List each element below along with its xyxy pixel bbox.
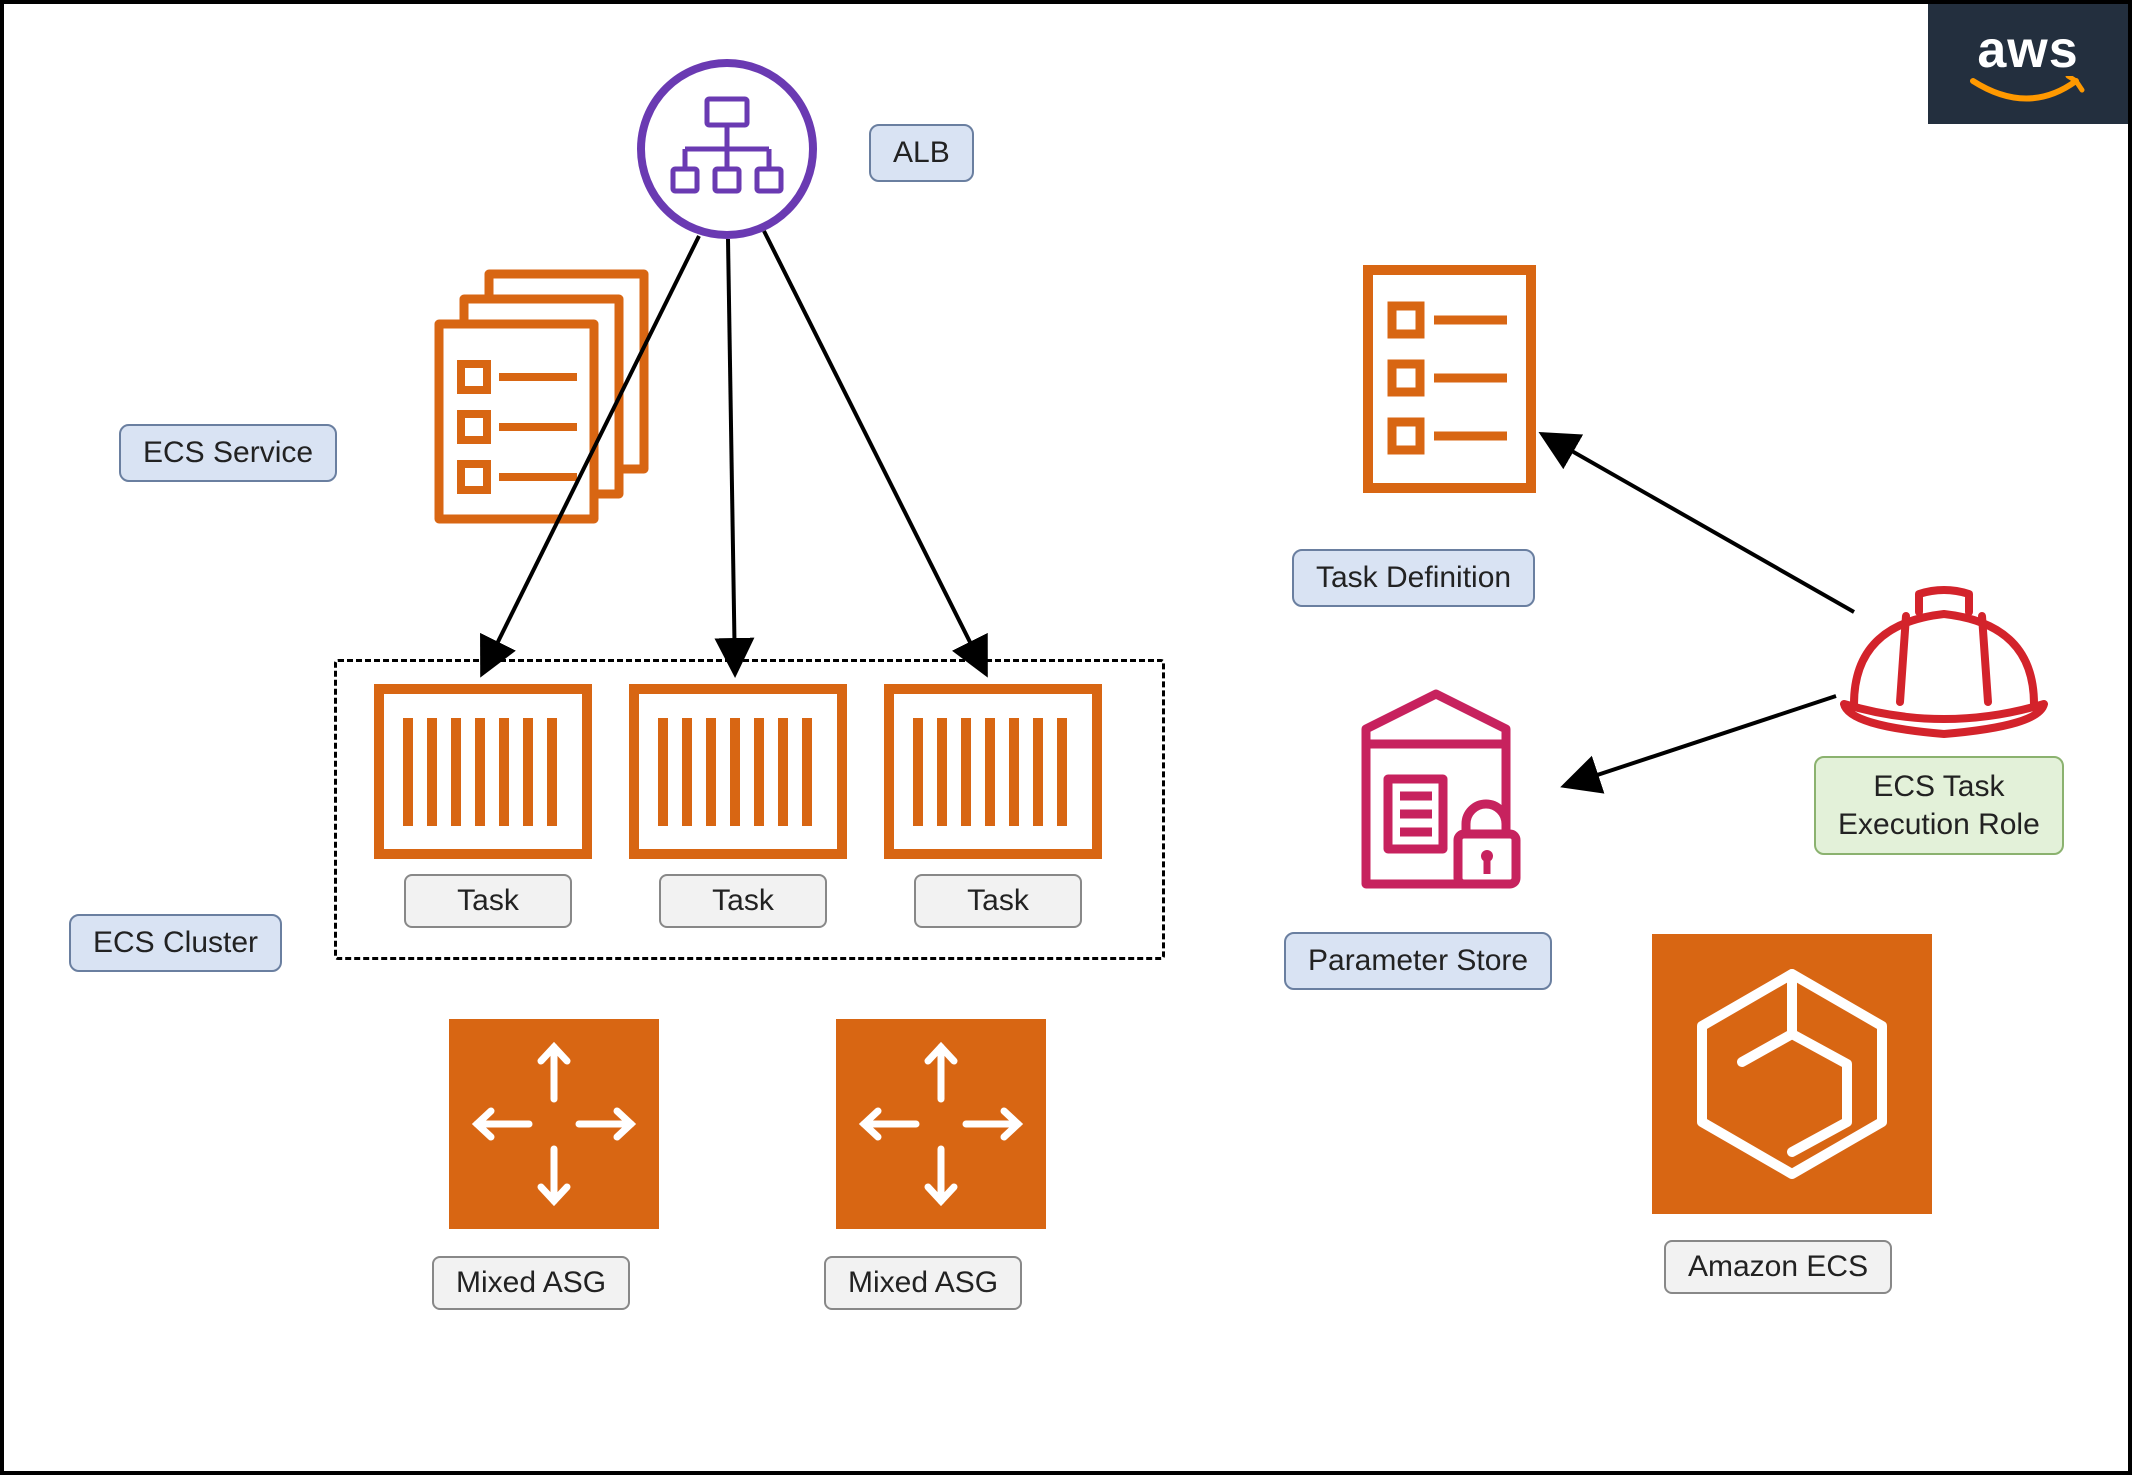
task-icon-2 <box>629 684 847 859</box>
task-icon-3 <box>884 684 1102 859</box>
asg-icon-1 <box>449 1019 659 1229</box>
ecs-service-label: ECS Service <box>119 424 337 482</box>
parameter-store-label: Parameter Store <box>1284 932 1552 990</box>
task-label-1: Task <box>404 874 572 928</box>
aws-logo-badge: aws <box>1928 4 2128 124</box>
parameter-store-icon <box>1346 684 1546 894</box>
asg-label-2: Mixed ASG <box>824 1256 1022 1310</box>
diagram-canvas: aws ALB <box>0 0 2132 1475</box>
amazon-ecs-label: Amazon ECS <box>1664 1240 1892 1294</box>
task-definition-icon <box>1362 264 1537 494</box>
exec-role-label-line2: Execution Role <box>1838 808 2040 841</box>
exec-role-icon <box>1834 584 2054 744</box>
amazon-ecs-icon <box>1652 934 1932 1214</box>
task-definition-label: Task Definition <box>1292 549 1535 607</box>
alb-icon <box>637 59 817 239</box>
exec-role-label-line1: ECS Task <box>1873 770 2004 803</box>
aws-logo-text: aws <box>1977 24 2078 76</box>
exec-role-label: ECS Task Execution Role <box>1814 756 2064 855</box>
asg-label-1: Mixed ASG <box>432 1256 630 1310</box>
ecs-cluster-label: ECS Cluster <box>69 914 282 972</box>
aws-smile-icon <box>1968 76 2088 108</box>
task-label-3: Task <box>914 874 1082 928</box>
alb-label: ALB <box>869 124 974 182</box>
task-label-2: Task <box>659 874 827 928</box>
ecs-service-icon <box>429 264 659 524</box>
asg-icon-2 <box>836 1019 1046 1229</box>
task-icon-1 <box>374 684 592 859</box>
